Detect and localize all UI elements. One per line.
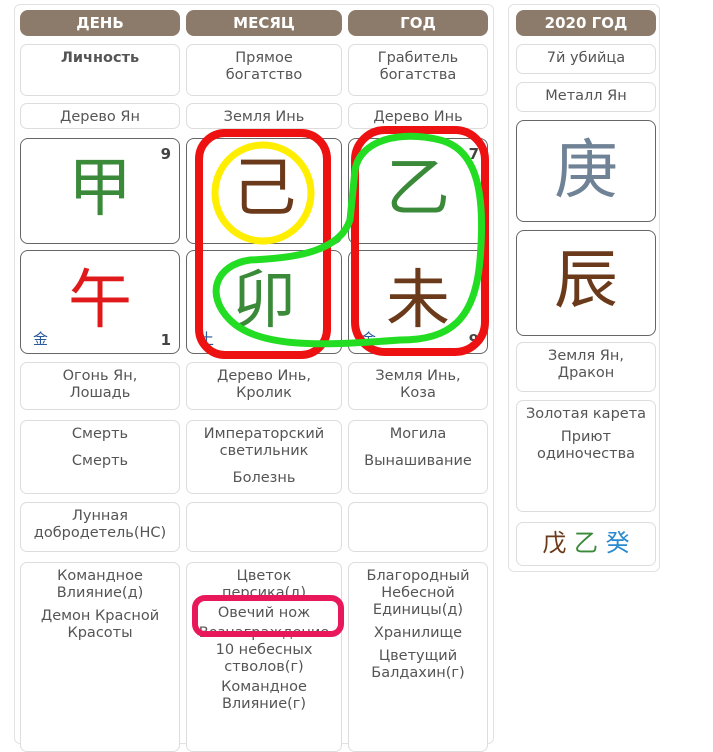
ten-god: Личность: [20, 44, 180, 96]
stars: Цветок персика(д) Овечий нож Вознаграждени…: [186, 562, 342, 752]
life-stages: Смерть Смерть: [20, 420, 180, 494]
branch-number: 1: [160, 331, 171, 349]
stem-glyph: 甲: [68, 152, 132, 226]
branch-desc: Земля Инь, Коза: [348, 362, 488, 410]
stem-cell[interactable]: 己: [186, 138, 342, 244]
branch-cell[interactable]: 未金9: [348, 250, 488, 354]
special-star: [186, 502, 342, 552]
column-header: ГОД: [348, 10, 488, 36]
hidden-stem: 癸: [605, 529, 630, 557]
year-branch-desc: Земля Ян, Дракон: [516, 342, 656, 392]
column-header: МЕСЯЦ: [186, 10, 342, 36]
branch-element: 金: [361, 330, 377, 348]
year-panel-header: 2020 ГОД: [516, 10, 656, 36]
year-branch-cell[interactable]: 辰: [516, 230, 656, 336]
year-ten-god: 7й убийца: [516, 44, 656, 74]
branch-cell[interactable]: 卯土: [186, 250, 342, 354]
year-stem-cell[interactable]: 庚: [516, 120, 656, 222]
stem-number: 9: [160, 145, 171, 163]
special-star: Лунная добродетель(НС): [20, 502, 180, 552]
star-item: Цветок персика(д): [222, 568, 306, 601]
stem-glyph: 己: [232, 152, 296, 226]
element: Земля Инь: [186, 103, 342, 129]
stem-cell[interactable]: 乙7: [348, 138, 488, 244]
branch-element: 土: [199, 330, 215, 348]
year-stem-glyph: 庚: [554, 134, 618, 208]
ten-god: Прямое богатство: [186, 44, 342, 96]
branch-cell[interactable]: 午金1: [20, 250, 180, 354]
stem-cell[interactable]: 甲9: [20, 138, 180, 244]
element: Дерево Ян: [20, 103, 180, 129]
stem-number: 7: [468, 145, 479, 163]
column-header: ДЕНЬ: [20, 10, 180, 36]
branch-number: 9: [468, 331, 479, 349]
stars: Благородный Небесной Единицы(д) Хранилище…: [348, 562, 488, 752]
star-item: Демон Красной Красоты: [40, 608, 160, 641]
ten-god: Грабитель богатства: [348, 44, 488, 96]
hidden-stem: 戊: [542, 529, 567, 557]
stars: Командное Влияние(д) Демон Красной Красот…: [20, 562, 180, 752]
branch-element: 金: [33, 330, 49, 348]
star-item: Командное Влияние(д): [56, 568, 144, 601]
branch-desc: Огонь Ян, Лошадь: [20, 362, 180, 410]
life-stages: Могила Вынашивание: [348, 420, 488, 494]
year-element: Металл Ян: [516, 82, 656, 112]
star-item: Благородный Небесной Единицы(д): [366, 568, 470, 618]
year-hidden-stems: 戊 乙 癸: [516, 522, 656, 566]
star-item: Цветущий Балдахин(г): [371, 648, 465, 681]
life-stages: Императорский светильник Болезнь: [186, 420, 342, 494]
stem-glyph: 乙: [386, 152, 450, 226]
year-branch-glyph: 辰: [554, 244, 618, 318]
branch-desc: Дерево Инь, Кролик: [186, 362, 342, 410]
star-item: Овечий нож: [217, 605, 311, 621]
element: Дерево Инь: [348, 103, 488, 129]
star-item: Вознаграждение 10 небесных стволов(г): [198, 625, 330, 675]
star-item: Хранилище: [373, 625, 463, 641]
year-stars: Золотая карета Приют одиночества: [516, 400, 656, 512]
star-item: Командное Влияние(г): [221, 679, 307, 712]
special-star: [348, 502, 488, 552]
hidden-stem: 乙: [574, 529, 598, 557]
